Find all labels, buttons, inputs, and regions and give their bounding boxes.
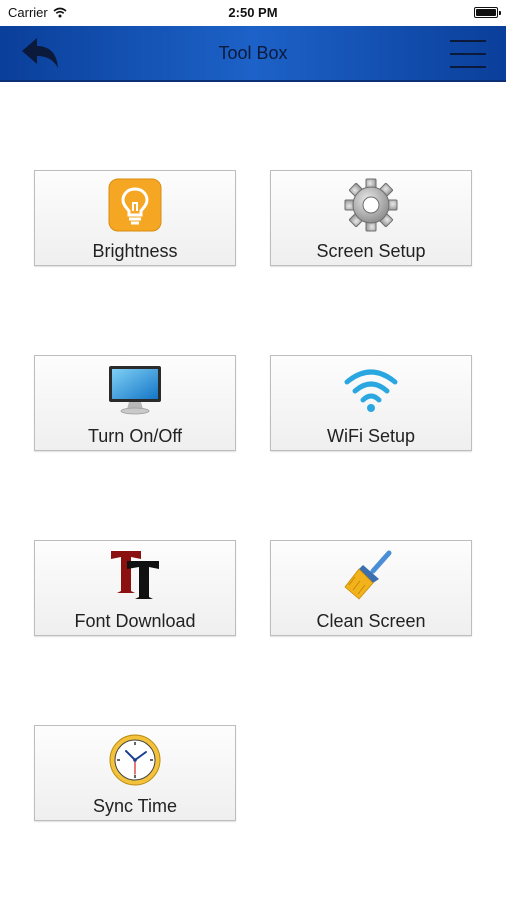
font-download-button[interactable]: Font Download [34, 540, 236, 636]
tile-label: Turn On/Off [87, 426, 183, 446]
tile-label: Clean Screen [316, 611, 426, 631]
clean-screen-button[interactable]: Clean Screen [270, 540, 472, 636]
broom-icon [344, 550, 392, 600]
menu-line [450, 53, 486, 55]
tile-label: Brightness [92, 241, 178, 261]
tile-label: Font Download [74, 611, 196, 631]
clock-icon [109, 734, 161, 786]
menu-button[interactable] [450, 38, 486, 70]
menu-line [450, 40, 486, 42]
screen-setup-button[interactable]: Screen Setup [270, 170, 472, 266]
nav-bar: Tool Box [0, 26, 506, 82]
status-bar: Carrier 2:50 PM [0, 0, 506, 26]
tile-label: WiFi Setup [326, 426, 416, 446]
wifi-setup-button[interactable]: WiFi Setup [270, 355, 472, 451]
menu-line [450, 66, 486, 68]
brightness-button[interactable]: Brightness [34, 170, 236, 266]
battery-icon [474, 7, 501, 18]
page-title: Tool Box [218, 43, 288, 63]
monitor-icon [109, 366, 161, 415]
font-icon [111, 551, 159, 599]
status-time: 2:50 PM [228, 5, 278, 20]
sync-time-button[interactable]: Sync Time [34, 725, 236, 821]
tile-label: Screen Setup [316, 241, 426, 261]
tile-label: Sync Time [92, 796, 178, 816]
lightbulb-icon [108, 178, 162, 232]
gear-icon [344, 178, 398, 232]
wifi-icon [344, 369, 398, 412]
turn-on-off-button[interactable]: Turn On/Off [34, 355, 236, 451]
